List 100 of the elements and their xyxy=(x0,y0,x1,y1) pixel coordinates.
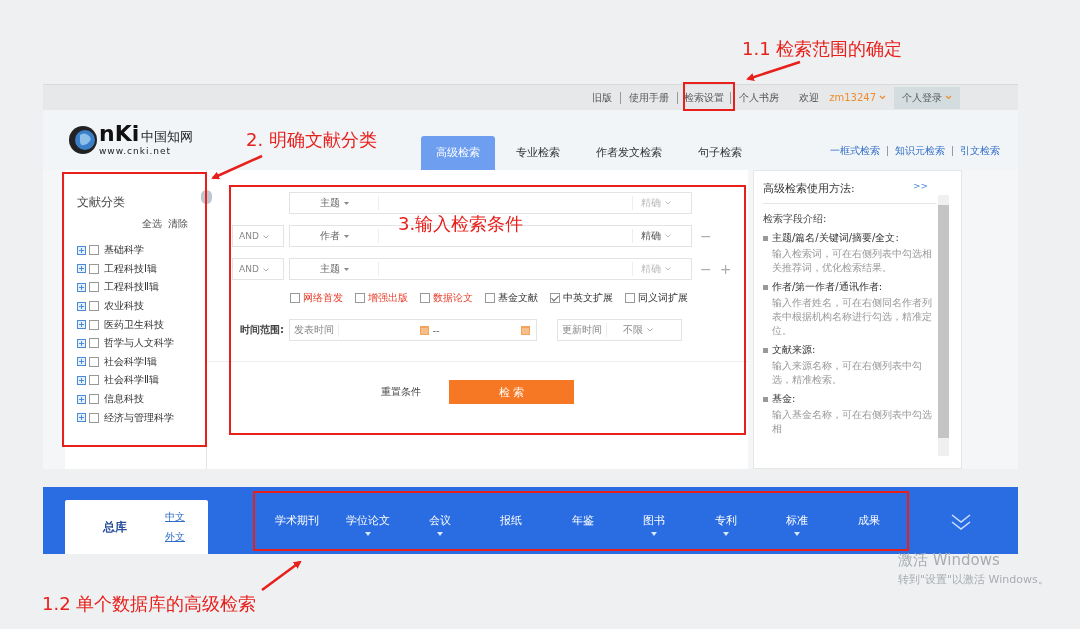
expand-icon[interactable] xyxy=(77,301,86,311)
category-label: 社会科学Ⅱ辑 xyxy=(104,373,159,388)
checkbox[interactable] xyxy=(89,394,99,405)
activation-watermark-title: 激活 Windows xyxy=(898,551,1001,570)
activation-watermark-text: 转到"设置"以激活 Windows。 xyxy=(898,572,1049,587)
expand-icon[interactable] xyxy=(77,357,86,367)
collapse-handle[interactable] xyxy=(201,190,212,204)
checkbox[interactable] xyxy=(89,263,99,274)
panel-title: 文献分类 xyxy=(77,194,126,211)
option-label[interactable]: 同义词扩展 xyxy=(638,291,688,305)
database-tab[interactable]: 学位论文 xyxy=(332,500,404,541)
caret-icon xyxy=(879,95,886,100)
top-link[interactable]: 旧版 xyxy=(584,90,621,105)
caret-icon xyxy=(945,95,952,100)
checkbox[interactable] xyxy=(89,412,99,423)
help-subtitle: 检索字段介绍: xyxy=(763,212,828,226)
logo-mark: nKi xyxy=(99,123,140,145)
login-button[interactable]: 个人登录 xyxy=(894,86,960,109)
help-heading: 文献来源: xyxy=(772,343,816,357)
category-label: 信息科技 xyxy=(104,392,144,407)
expand-icon[interactable] xyxy=(77,245,86,255)
search-tab[interactable]: 句子检索 xyxy=(683,136,757,170)
category-label: 工程科技Ⅰ辑 xyxy=(104,261,157,276)
calendar-icon[interactable] xyxy=(420,325,430,335)
expand-icon[interactable] xyxy=(77,320,86,330)
top-link[interactable]: 使用手册 xyxy=(621,90,678,105)
help-text: 输入来源名称，可在右侧列表中勾选，精准检索。 xyxy=(771,359,923,387)
logo-name: 中国知网 xyxy=(141,128,194,146)
checkbox[interactable] xyxy=(420,293,430,303)
bullet-icon xyxy=(763,284,768,290)
clear-link[interactable]: 清除 xyxy=(168,217,188,231)
search-mode-link[interactable]: 知识元检索 xyxy=(888,144,952,158)
caret-icon xyxy=(262,267,269,272)
expand-link[interactable]: >> xyxy=(912,181,928,196)
language-link[interactable]: 中文 xyxy=(165,510,185,524)
select-all-link[interactable]: 全选 xyxy=(142,217,162,231)
option-label[interactable]: 增强出版 xyxy=(368,291,408,305)
bullet-icon xyxy=(763,347,768,353)
checkbox[interactable] xyxy=(625,293,635,303)
checkbox[interactable] xyxy=(485,293,495,303)
expand-icon[interactable] xyxy=(77,338,86,348)
checkbox[interactable] xyxy=(550,293,560,303)
expand-icon[interactable] xyxy=(77,394,86,404)
database-tab[interactable]: 会议 xyxy=(404,500,476,541)
help-heading: 作者/第一作者/通讯作者: xyxy=(772,280,883,294)
operator-select[interactable]: AND xyxy=(232,258,284,280)
expand-icon[interactable] xyxy=(77,375,86,385)
database-tab[interactable]: 标准 xyxy=(761,500,833,541)
language-link[interactable]: 外文 xyxy=(165,530,185,544)
database-tab[interactable]: 成果 xyxy=(833,500,905,541)
reset-link[interactable]: 重置条件 xyxy=(381,385,421,399)
search-tab[interactable]: 高级检索 xyxy=(421,136,495,170)
database-tab[interactable]: 年鉴 xyxy=(547,500,619,541)
option-label[interactable]: 中英文扩展 xyxy=(563,291,613,305)
checkbox[interactable] xyxy=(89,356,99,367)
caret-icon xyxy=(262,234,269,239)
search-mode-link[interactable]: 一框式检索 xyxy=(823,144,887,158)
scrollbar[interactable] xyxy=(938,195,949,456)
checkbox[interactable] xyxy=(89,282,99,293)
library-tab[interactable]: 总库 xyxy=(65,518,165,536)
top-link[interactable]: 个人书房 xyxy=(731,90,788,105)
chevron-down-icon[interactable] xyxy=(949,512,972,532)
checkbox[interactable] xyxy=(89,375,99,386)
checkbox[interactable] xyxy=(290,293,300,303)
caret-icon xyxy=(647,328,653,332)
checkbox[interactable] xyxy=(89,338,99,349)
search-tab[interactable]: 专业检索 xyxy=(501,136,575,170)
logo-url: www.cnki.net xyxy=(99,146,173,156)
calendar-icon[interactable] xyxy=(521,325,530,335)
database-tab[interactable]: 专利 xyxy=(690,500,762,541)
checkbox[interactable] xyxy=(89,301,99,312)
search-mode-link[interactable]: 引文检索 xyxy=(953,144,1007,158)
category-label: 农业科技 xyxy=(104,299,144,314)
expand-icon[interactable] xyxy=(77,264,86,274)
checkbox[interactable] xyxy=(89,245,99,256)
update-time-select[interactable]: 更新时间 不限 xyxy=(557,319,682,341)
annotation-arrow xyxy=(261,560,302,591)
help-text: 输入基金名称，可在右侧列表中勾选相 xyxy=(771,408,933,436)
database-tab[interactable]: 图书 xyxy=(618,500,690,541)
query-field[interactable]: 主题 精确 xyxy=(289,192,692,214)
checkbox[interactable] xyxy=(355,293,365,303)
welcome-text: 欢迎 xyxy=(799,90,820,105)
database-tab[interactable]: 学术期刊 xyxy=(261,500,333,541)
database-tab[interactable]: 报纸 xyxy=(475,500,547,541)
search-button[interactable]: 检 索 xyxy=(449,380,574,404)
operator-select[interactable]: AND xyxy=(232,225,284,247)
search-tab[interactable]: 作者发文检索 xyxy=(581,136,677,170)
top-link[interactable]: 检索设置 xyxy=(678,90,731,105)
expand-icon[interactable] xyxy=(77,413,86,423)
caret-icon xyxy=(343,267,349,271)
help-heading: 基金: xyxy=(772,392,796,406)
option-label[interactable]: 基金文献 xyxy=(498,291,538,305)
expand-icon[interactable] xyxy=(77,283,86,292)
option-label[interactable]: 网络首发 xyxy=(303,291,343,305)
checkbox[interactable] xyxy=(89,319,99,330)
query-field[interactable]: 主题 精确 xyxy=(289,258,692,280)
date-range-field[interactable]: 发表时间 -- xyxy=(289,319,537,341)
help-title: 高级检索使用方法: xyxy=(763,181,855,196)
category-label: 哲学与人文科学 xyxy=(104,336,174,351)
option-label[interactable]: 数据论文 xyxy=(433,291,473,305)
